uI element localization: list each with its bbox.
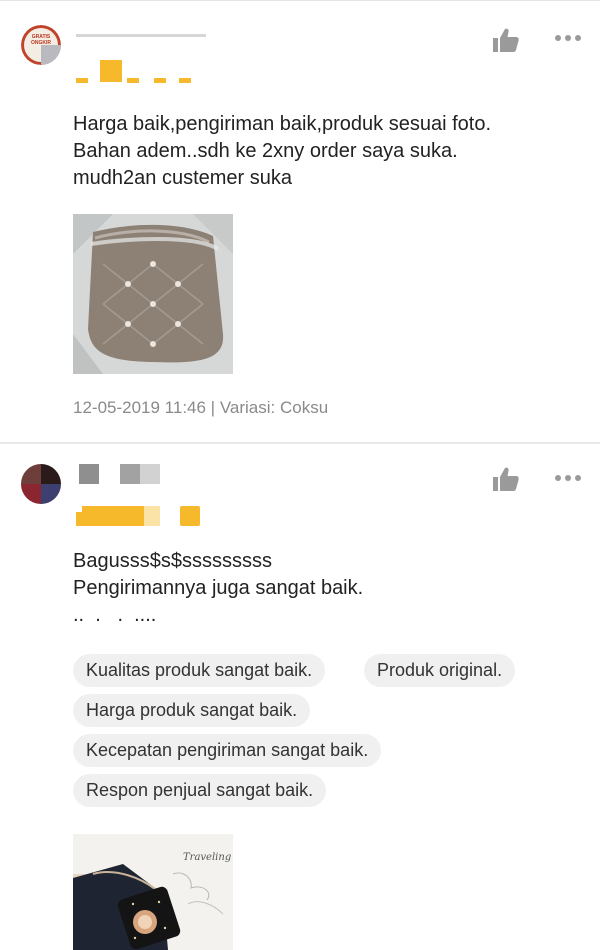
avatar[interactable] bbox=[21, 464, 61, 504]
review-photo[interactable] bbox=[73, 214, 233, 374]
thumbs-up-icon[interactable] bbox=[492, 27, 520, 53]
more-horizontal-icon[interactable] bbox=[555, 35, 585, 43]
review-text: Bagusss$s$sssssssss Pengirimannya juga s… bbox=[73, 550, 364, 626]
star-icon bbox=[179, 78, 191, 83]
more-horizontal-icon[interactable] bbox=[555, 475, 585, 483]
username-redacted bbox=[79, 464, 99, 484]
star-icon bbox=[154, 78, 166, 83]
star-icon bbox=[76, 78, 88, 83]
star-icon bbox=[180, 506, 200, 526]
review-tag: Kualitas produk sangat baik. bbox=[73, 654, 326, 687]
username-redacted bbox=[76, 34, 206, 37]
thumbs-up-icon[interactable] bbox=[492, 466, 520, 492]
review-text: Harga baik,pengiriman baik,produk sesuai… bbox=[73, 113, 492, 189]
star-icon bbox=[100, 60, 122, 82]
review-tag: Respon penjual sangat baik. bbox=[73, 774, 327, 807]
review-photo[interactable]: Traveling bbox=[73, 834, 233, 950]
username-redacted bbox=[120, 464, 140, 484]
star-rating bbox=[76, 60, 196, 83]
review-card: Bagusss$s$sssssssss Pengirimannya juga s… bbox=[0, 444, 600, 950]
review-card: GRATIS ONGKIR Harga baik,pengiriman baik… bbox=[0, 0, 600, 443]
review-meta: 12-05-2019 11:46 | Variasi: Coksu bbox=[73, 398, 329, 417]
star-icon bbox=[82, 506, 144, 526]
star-icon bbox=[127, 78, 139, 83]
username-redacted bbox=[140, 464, 160, 484]
avatar[interactable]: GRATIS ONGKIR bbox=[21, 25, 61, 65]
photo-caption: Traveling bbox=[183, 852, 232, 863]
review-tag: Harga produk sangat baik. bbox=[73, 694, 311, 727]
star-icon bbox=[144, 506, 160, 526]
review-tag: Kecepatan pengiriman sangat baik. bbox=[73, 734, 382, 767]
review-tag: Produk original. bbox=[364, 654, 516, 687]
star-rating bbox=[76, 506, 202, 528]
